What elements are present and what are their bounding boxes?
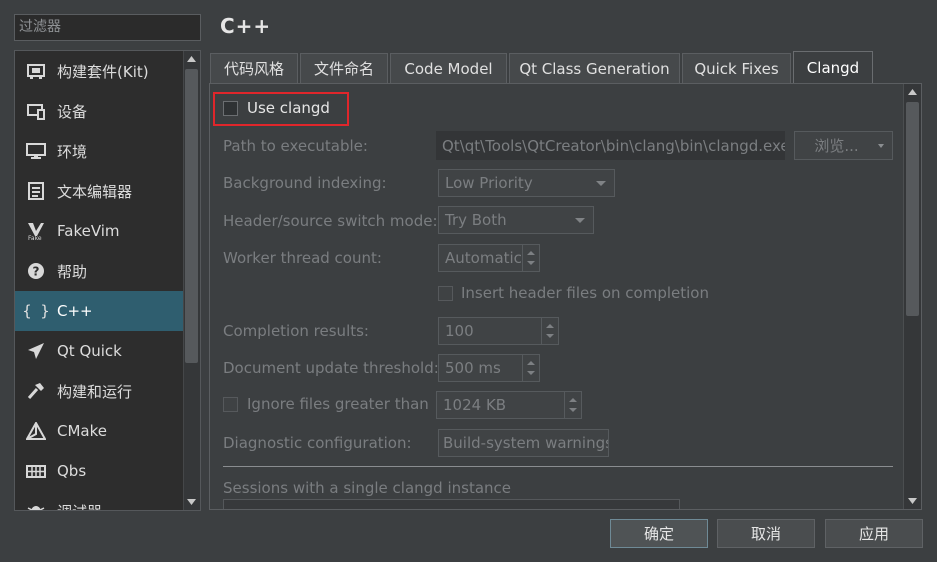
sidebar-item-environment[interactable]: 环境 [15,131,183,171]
sidebar-item-cpp[interactable]: { } C++ [15,291,183,331]
completion-results-value: 100 [445,322,474,340]
doc-threshold-value: 500 ms [445,359,501,377]
sidebar-item-label: 环境 [57,142,88,161]
fakevim-icon: Fake [15,221,57,241]
cancel-button[interactable]: 取消 [717,519,815,548]
ignore-files-spinbox[interactable]: 1024 KB [436,391,582,419]
sidebar-item-label: CMake [57,422,107,440]
sidebar-item-fakevim[interactable]: Fake FakeVim [15,211,183,251]
spinner-arrows-icon[interactable] [522,355,539,381]
sidebar-scroll-thumb[interactable] [185,69,198,363]
background-indexing-value: Low Priority [445,174,533,192]
sidebar: 构建套件(Kit) 设备 环境 文本编辑器 Fake FakeVim ? 帮助 … [14,50,201,511]
hammer-icon [15,382,57,400]
chevron-down-icon [575,218,585,223]
device-icon [15,102,57,120]
path-input[interactable]: Qt\qt\Tools\QtCreator\bin\clang\bin\clan… [436,131,785,160]
divider [223,466,893,467]
sessions-list[interactable] [223,499,680,509]
panel-scroll-thumb[interactable] [906,102,919,316]
use-clangd-label: Use clangd [247,99,330,117]
ignore-files-checkbox[interactable] [223,397,238,412]
sessions-label: Sessions with a single clangd instance [223,479,512,497]
background-indexing-label: Background indexing: [223,174,387,192]
scroll-down-arrow-icon[interactable] [903,493,921,509]
clangd-settings-panel: Use clangd Path to executable: Qt\qt\Too… [209,83,922,510]
sidebar-item-devices[interactable]: 设备 [15,91,183,131]
svg-text:?: ? [33,265,40,279]
scroll-down-arrow-icon[interactable] [183,494,200,510]
sidebar-item-label: 调试器 [57,501,102,511]
browse-button[interactable]: 浏览... [794,131,893,160]
sidebar-item-debugger[interactable]: 调试器 [15,491,183,511]
debugger-icon [15,502,57,510]
ok-button[interactable]: 确定 [610,519,708,548]
sidebar-item-help[interactable]: ? 帮助 [15,251,183,291]
sidebar-item-qbs[interactable]: Qbs [15,451,183,491]
monitor-icon [15,142,57,160]
sidebar-item-qt-quick[interactable]: Qt Quick [15,331,183,371]
header-switch-select[interactable]: Try Both [438,206,594,234]
doc-threshold-spinbox[interactable]: 500 ms [438,354,540,382]
tab-qt-class-generation[interactable]: Qt Class Generation [509,53,680,83]
sidebar-item-build-run[interactable]: 构建和运行 [15,371,183,411]
background-indexing-select[interactable]: Low Priority [438,169,615,197]
tab-code-style[interactable]: 代码风格 [210,53,298,83]
browse-label: 浏览... [814,137,859,155]
sidebar-item-label: 构建套件(Kit) [57,62,149,81]
ignore-files-value: 1024 KB [443,396,507,414]
spinner-arrows-icon[interactable] [522,245,539,271]
sidebar-item-label: 设备 [57,102,88,121]
spinner-arrows-icon[interactable] [541,318,558,344]
doc-threshold-label: Document update threshold: [223,359,439,377]
diagnostic-config-button[interactable]: Build-system warnings [438,429,609,457]
page-title: C++ [220,14,272,38]
sidebar-item-label: 文本编辑器 [57,182,133,201]
help-icon: ? [15,262,57,280]
header-switch-label: Header/source switch mode: [223,212,438,230]
qtquick-icon [15,342,57,360]
sidebar-item-label: 构建和运行 [57,382,133,401]
sidebar-item-kits[interactable]: 构建套件(Kit) [15,51,183,91]
diagnostic-config-label: Diagnostic configuration: [223,434,412,452]
braces-icon: { } [22,302,50,320]
sidebar-item-label: FakeVim [57,222,120,240]
apply-button[interactable]: 应用 [825,519,923,548]
sidebar-item-text-editor[interactable]: 文本编辑器 [15,171,183,211]
ignore-files-label: Ignore files greater than [247,395,429,413]
header-switch-value: Try Both [445,211,507,229]
sidebar-item-label: C++ [57,302,93,320]
tab-quick-fixes[interactable]: Quick Fixes [682,53,791,83]
worker-thread-label: Worker thread count: [223,249,382,267]
sidebar-item-cmake[interactable]: CMake [15,411,183,451]
qbs-icon [15,463,57,479]
sidebar-item-label: Qbs [57,462,87,480]
spinner-arrows-icon[interactable] [564,392,581,418]
cmake-icon [15,422,57,440]
worker-thread-spinbox[interactable]: Automatic [438,244,540,272]
kit-icon [15,62,57,80]
insert-header-checkbox[interactable] [438,286,453,301]
tab-file-naming[interactable]: 文件命名 [300,53,388,83]
chevron-down-icon [878,144,884,148]
text-editor-icon [15,182,57,200]
chevron-down-icon [596,181,606,186]
path-label: Path to executable: [223,137,368,155]
sidebar-item-label: 帮助 [57,262,88,281]
use-clangd-checkbox[interactable] [223,101,238,116]
scroll-up-arrow-icon[interactable] [903,84,921,100]
worker-thread-value: Automatic [445,249,522,267]
insert-header-label: Insert header files on completion [461,284,709,302]
tab-clangd[interactable]: Clangd [793,51,873,84]
tab-code-model[interactable]: Code Model [390,53,507,83]
completion-results-label: Completion results: [223,322,369,340]
scroll-up-arrow-icon[interactable] [183,51,200,67]
svg-text:Fake: Fake [28,235,42,241]
sidebar-item-label: Qt Quick [57,342,122,360]
filter-input[interactable]: 过滤器 [14,14,201,41]
completion-results-spinbox[interactable]: 100 [438,317,559,345]
